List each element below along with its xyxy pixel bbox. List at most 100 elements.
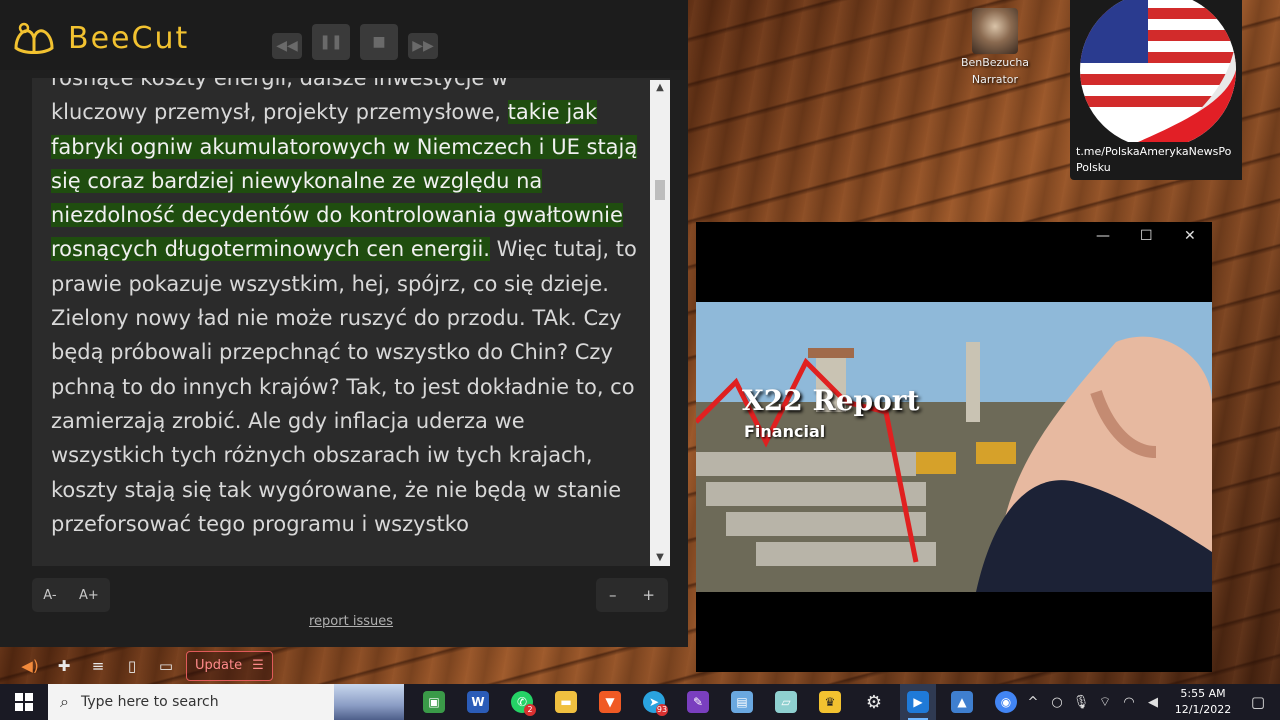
pause-button[interactable]: ❚❚: [312, 24, 350, 60]
reader-topbar: BeeCut ◀◀ ❚❚ ■ ▶▶: [0, 0, 688, 70]
minimize-icon[interactable]: —: [1096, 228, 1110, 244]
player-controls: ◀◀ ❚❚ ■ ▶▶: [272, 24, 438, 60]
channel-link-line2: Polsku: [1076, 161, 1111, 174]
narrator-overlay: BenBezucha Narrator: [960, 8, 1030, 88]
search-highlight-image: [334, 684, 404, 720]
telegram-badge: 93: [656, 704, 668, 716]
pause-icon: ❚❚: [319, 34, 343, 50]
video-window[interactable]: — ☐ ✕ X22 Report Financial: [696, 222, 1212, 672]
wallet-icon[interactable]: ▭: [152, 652, 180, 680]
tool-icon: ✎: [687, 691, 709, 713]
text-after-highlight: Więc tutaj, to prawie pokazuje wszystkim…: [51, 237, 637, 536]
app-name: BeeCut: [68, 20, 190, 56]
search-placeholder: Type here to search: [80, 694, 219, 710]
update-button[interactable]: Update ☰: [186, 650, 273, 681]
windows-taskbar: ⌕ Type here to search ▣ W ✆ 2 ▬ ▼ ➤ 93 ✎ ▤…: [0, 684, 1280, 720]
bee-logo-icon: [14, 22, 54, 54]
taskbar-app-file-explorer[interactable]: ▬: [548, 684, 584, 720]
clock-time: 5:55 AM: [1180, 687, 1226, 700]
clock-date: 12/1/2022: [1174, 703, 1232, 716]
taskbar-clock[interactable]: 5:55 AM 12/1/2022: [1168, 686, 1238, 718]
taskbar-apps: ▣ W ✆ 2 ▬ ▼ ➤ 93 ✎ ▤ ▱ ♛ ⚙ ▶ ▲ ◉: [404, 684, 1024, 720]
narrator-role: Narrator: [971, 73, 1019, 86]
zoom-controls: – +: [596, 578, 668, 612]
brave-icon: ▼: [599, 691, 621, 713]
video-player-icon: ▶: [907, 691, 929, 713]
taskbar-app-whatsapp[interactable]: ✆ 2: [504, 684, 540, 720]
speaker-icon[interactable]: ◀: [1144, 695, 1162, 710]
taskbar-search[interactable]: ⌕ Type here to search: [48, 684, 404, 720]
close-icon[interactable]: ✕: [1184, 228, 1196, 244]
stop-button[interactable]: ■: [360, 24, 398, 60]
extension-icon[interactable]: ✚: [50, 652, 78, 680]
scroll-down-icon[interactable]: ▼: [650, 550, 670, 566]
text-partial-line: rosnące koszty energii, dalsze inwestycj…: [51, 78, 509, 90]
windows-icon: [15, 693, 33, 711]
cortana-icon[interactable]: ○: [1048, 695, 1066, 710]
video-title: X22 Report: [742, 384, 920, 417]
wifi-icon[interactable]: ◠: [1120, 695, 1138, 710]
taskbar-app-beecut[interactable]: ♛: [812, 684, 848, 720]
playlist-icon[interactable]: ≡: [84, 652, 112, 680]
report-issues-link[interactable]: report issues: [309, 614, 393, 629]
rewind-button[interactable]: ◀◀: [272, 33, 302, 59]
usa-poland-flag-icon: [1078, 0, 1236, 142]
taskbar-app-word[interactable]: W: [460, 684, 496, 720]
taskbar-app-tool[interactable]: ✎: [680, 684, 716, 720]
search-icon: ⌕: [60, 692, 69, 711]
folder-icon: ▬: [555, 691, 577, 713]
microphone-icon[interactable]: 🎙: [1072, 695, 1090, 710]
taskbar-app-video-player[interactable]: ▶: [900, 684, 936, 720]
taskbar-app-paint[interactable]: ▤: [724, 684, 760, 720]
channel-badge: t.me/PolskaAmerykaNewsPo Polsku: [1070, 0, 1242, 180]
forward-button[interactable]: ▶▶: [408, 33, 438, 59]
beecut-logo: BeeCut: [10, 18, 189, 58]
reader-text-area[interactable]: rosnące koszty energii, dalsze inwestycj…: [32, 78, 670, 566]
gear-icon: ⚙: [865, 691, 883, 713]
sidebar-icon[interactable]: ▯: [118, 652, 146, 680]
narrator-name: BenBezucha: [960, 56, 1030, 69]
taskbar-app-photos[interactable]: ▲: [944, 684, 980, 720]
word-icon: W: [467, 691, 489, 713]
narrator-avatar: [972, 8, 1018, 54]
scroll-thumb[interactable]: [655, 180, 665, 200]
maximize-icon[interactable]: ☐: [1140, 228, 1153, 244]
stop-icon: ■: [372, 34, 386, 50]
menu-icon: ☰: [252, 658, 264, 673]
beecut-toolbar: ◀) ✚ ≡ ▯ ▭ Update ☰: [0, 647, 300, 684]
reader-text: rosnące koszty energii, dalsze inwestycj…: [51, 78, 641, 541]
channel-link: t.me/PolskaAmerykaNewsPo Polsku: [1076, 144, 1231, 176]
update-label: Update: [195, 658, 243, 673]
taskbar-app-brave[interactable]: ▼: [592, 684, 628, 720]
forward-icon: ▶▶: [412, 38, 434, 54]
volume-icon[interactable]: ◀): [16, 652, 44, 680]
channel-link-line1: t.me/PolskaAmerykaNewsPo: [1076, 145, 1232, 158]
zoom-out-button[interactable]: –: [609, 586, 617, 604]
start-button[interactable]: [0, 684, 48, 720]
taskbar-app-settings[interactable]: ⚙: [856, 684, 892, 720]
paint-icon: ▤: [731, 691, 753, 713]
font-decrease-button[interactable]: A-: [43, 588, 56, 603]
rewind-icon: ◀◀: [276, 38, 298, 54]
beecut-reader-panel: BeeCut ◀◀ ❚❚ ■ ▶▶ rosnące koszty energii…: [0, 0, 688, 647]
font-increase-button[interactable]: A+: [79, 588, 99, 603]
photos-icon: ▲: [951, 691, 973, 713]
chevron-up-icon[interactable]: ^: [1024, 695, 1042, 710]
reader-scrollbar[interactable]: ▲ ▼: [650, 80, 670, 566]
system-tray: ^ ○ 🎙 ⌔ ◠ ◀ 5:55 AM 12/1/2022 ▢: [1024, 684, 1280, 720]
scroll-up-icon[interactable]: ▲: [650, 80, 670, 96]
taskbar-app-android[interactable]: ▣: [416, 684, 452, 720]
android-icon: ▣: [423, 691, 445, 713]
taskbar-app-notes[interactable]: ▱: [768, 684, 804, 720]
taskbar-app-chrome[interactable]: ◉: [988, 684, 1024, 720]
font-size-controls: A- A+: [32, 578, 110, 612]
video-subtitle: Financial: [744, 422, 826, 441]
video-frame[interactable]: X22 Report Financial: [696, 302, 1212, 592]
notes-icon: ▱: [775, 691, 797, 713]
beecut-icon: ♛: [819, 691, 841, 713]
text-before-highlight: kluczowy przemysł, projekty przemysłowe,: [51, 100, 508, 125]
network-icon[interactable]: ⌔: [1096, 694, 1114, 710]
notification-icon[interactable]: ▢: [1244, 693, 1272, 711]
zoom-in-button[interactable]: +: [642, 586, 655, 604]
taskbar-app-telegram[interactable]: ➤ 93: [636, 684, 672, 720]
